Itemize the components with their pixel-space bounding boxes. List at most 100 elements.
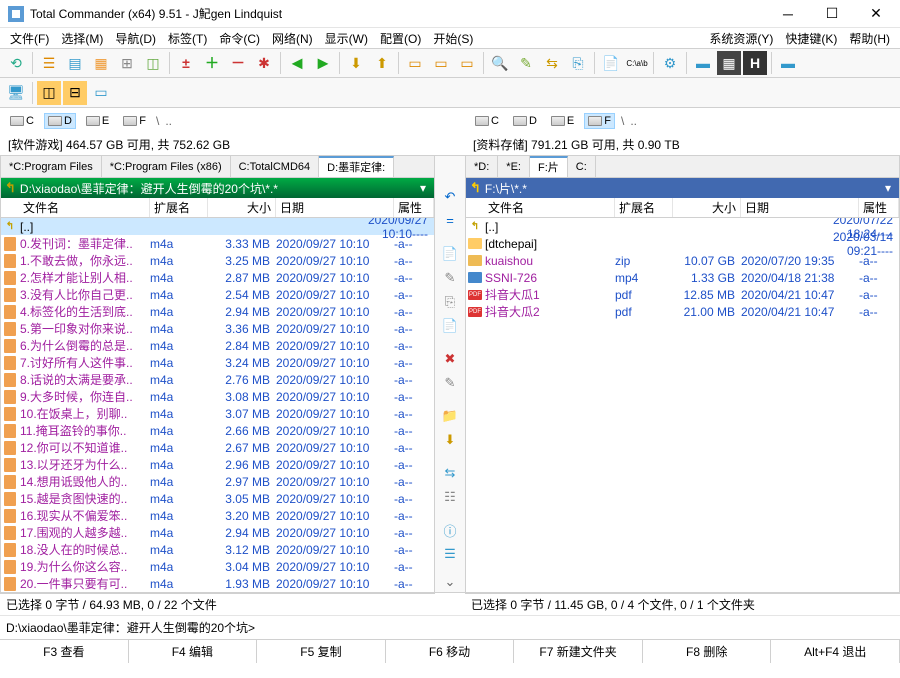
copy-names-icon[interactable]: ⎘ — [566, 51, 590, 75]
menu-item[interactable]: 显示(W) — [319, 30, 374, 48]
search-icon[interactable]: 🔍 — [488, 51, 512, 75]
file-row[interactable]: 2.怎样才能让别人相..m4a2.87 MB2020/09/27 10:10-a… — [1, 269, 434, 286]
right-filelist[interactable]: ↰[..]2020/07/22 18:24----[dtchepai]2020/… — [466, 218, 899, 592]
drive-nav[interactable]: \ — [621, 114, 624, 128]
col-size[interactable]: 大小 — [208, 198, 276, 217]
maximize-button[interactable]: ☐ — [810, 0, 854, 28]
drive-nav[interactable]: \ — [156, 114, 159, 128]
drive-button-c[interactable]: C — [6, 113, 38, 129]
left-pathbar[interactable]: ↰ D:\xiaodao\墨菲定律：避开人生倒霉的20个坑\*.* ▾ — [1, 178, 434, 198]
file-row[interactable]: 13.以牙还牙为什么..m4a2.96 MB2020/09/27 10:10-a… — [1, 456, 434, 473]
mid-props-icon[interactable]: ⓘ — [439, 520, 461, 541]
panel-layout2-icon[interactable]: ⊟ — [63, 81, 87, 105]
file-row[interactable]: kuaishouzip10.07 GB2020/07/20 19:35-a-- — [466, 252, 899, 269]
right-pathbar[interactable]: ↰ F:\片\*.* ▾ — [466, 178, 899, 198]
col-name[interactable]: 文件名 — [19, 198, 150, 217]
back-icon[interactable]: ◄ — [285, 51, 309, 75]
nav-up-icon[interactable]: ↰ — [5, 180, 16, 196]
ftp-disconnect-icon[interactable]: ▭ — [455, 51, 479, 75]
mid-new-icon[interactable]: 📄 — [439, 316, 461, 337]
mid-down-icon[interactable]: ⌄ — [439, 571, 461, 592]
settings-icon[interactable]: ⚙ — [658, 51, 682, 75]
menu-item[interactable]: 导航(D) — [109, 30, 162, 48]
tool1-icon[interactable]: ▬ — [691, 51, 715, 75]
pack-icon[interactable]: ⬇ — [344, 51, 368, 75]
left-filelist[interactable]: ↰[..]2020/09/27 10:10----0.发刊词：墨菲定律..m4a… — [1, 218, 434, 592]
history-dropdown-icon[interactable]: ▾ — [881, 181, 895, 195]
tab[interactable]: C:TotalCMD64 — [231, 156, 320, 177]
file-row[interactable]: 19.为什么你这么容..m4a3.04 MB2020/09/27 10:10-a… — [1, 558, 434, 575]
invert-sel-icon[interactable]: ± — [174, 51, 198, 75]
file-row[interactable]: 17.围观的人越多越..m4a2.94 MB2020/09/27 10:10-a… — [1, 524, 434, 541]
drive-nav[interactable]: .. — [165, 114, 172, 128]
nav-up-icon[interactable]: ↰ — [470, 180, 481, 196]
fkey-button[interactable]: F6 移动 — [386, 640, 515, 663]
calc-icon[interactable]: ▦ — [717, 51, 741, 75]
close-button[interactable]: ✕ — [854, 0, 898, 28]
file-row[interactable]: 9.大多时候，你连自..m4a3.08 MB2020/09/27 10:10-a… — [1, 388, 434, 405]
drive-nav[interactable]: .. — [630, 114, 637, 128]
file-row[interactable]: PDF抖音大瓜2pdf21.00 MB2020/04/21 10:47-a-- — [466, 303, 899, 320]
computer-icon[interactable]: 🖥 — [4, 81, 28, 105]
mid-list-icon[interactable]: ☰ — [439, 544, 461, 565]
file-row[interactable]: 7.讨好所有人这件事..m4a3.24 MB2020/09/27 10:10-a… — [1, 354, 434, 371]
menu-item[interactable]: 配置(O) — [374, 30, 427, 48]
mid-delete-icon[interactable]: ✖ — [439, 348, 461, 369]
tab[interactable]: C:Program Files (x86) — [102, 156, 231, 177]
mid-copy-icon[interactable]: ⎘ — [439, 291, 461, 312]
tool-h-icon[interactable]: H — [743, 51, 767, 75]
mid-view-icon[interactable]: 📄 — [439, 243, 461, 264]
drive-button-f[interactable]: F — [584, 113, 615, 129]
sel-plus-icon[interactable]: ＋ — [200, 51, 224, 75]
view-tree-icon[interactable]: ⊞ — [115, 51, 139, 75]
panel-layout1-icon[interactable]: ◫ — [37, 81, 61, 105]
menu-item[interactable]: 文件(F) — [4, 30, 55, 48]
col-date[interactable]: 日期 — [276, 198, 394, 217]
menu-item[interactable]: 网络(N) — [266, 30, 319, 48]
mid-folder-icon[interactable]: 📁 — [439, 406, 461, 427]
file-row[interactable]: [dtchepai]2020/03/14 09:21---- — [466, 235, 899, 252]
view-full-icon[interactable]: ▤ — [63, 51, 87, 75]
drive-button-d[interactable]: D — [509, 113, 541, 129]
file-row[interactable]: 6.为什么倒霉的总是..m4a2.84 MB2020/09/27 10:10-a… — [1, 337, 434, 354]
file-row[interactable]: 12.你可以不知道谁..m4a2.67 MB2020/09/27 10:10-a… — [1, 439, 434, 456]
col-ext[interactable]: 扩展名 — [150, 198, 208, 217]
command-line[interactable]: D:\xiaodao\墨菲定律：避开人生倒霉的20个坑> — [0, 615, 900, 639]
drive-button-e[interactable]: E — [547, 113, 578, 129]
file-row[interactable]: 20.一件事只要有可..m4a1.93 MB2020/09/27 10:10-a… — [1, 575, 434, 592]
col-ext[interactable]: 扩展名 — [615, 198, 673, 217]
tab[interactable]: F:片 — [530, 156, 568, 177]
file-row[interactable]: PDF抖音大瓜1pdf12.85 MB2020/04/21 10:47-a-- — [466, 286, 899, 303]
menu-item[interactable]: 命令(C) — [213, 30, 266, 48]
fkey-button[interactable]: F3 查看 — [0, 640, 129, 663]
file-row[interactable]: 11.掩耳盗铃的事你..m4a2.66 MB2020/09/27 10:10-a… — [1, 422, 434, 439]
tab[interactable]: E: — [498, 156, 530, 177]
history-dropdown-icon[interactable]: ▾ — [416, 181, 430, 195]
mid-compare-icon[interactable]: ⇆ — [439, 463, 461, 484]
tab[interactable]: D: — [466, 156, 498, 177]
file-row[interactable]: 3.没有人比你自己更..m4a2.54 MB2020/09/27 10:10-a… — [1, 286, 434, 303]
menu-item[interactable]: 系统资源(Y) — [703, 30, 779, 48]
notepad-icon[interactable]: 📄 — [599, 51, 623, 75]
panel-layout3-icon[interactable]: ▭ — [89, 81, 113, 105]
mid-pack-icon[interactable]: ⬇ — [439, 430, 461, 451]
menu-item[interactable]: 快捷键(K) — [779, 30, 843, 48]
tab[interactable]: C:Program Files — [1, 156, 102, 177]
mid-edit-icon[interactable]: ✎ — [439, 267, 461, 288]
col-attr[interactable]: 属性 — [394, 198, 434, 217]
multirename-icon[interactable]: ✎ — [514, 51, 538, 75]
view-custom-icon[interactable]: ◫ — [141, 51, 165, 75]
col-size[interactable]: 大小 — [673, 198, 741, 217]
file-row[interactable]: 15.越是贪图快速的..m4a3.05 MB2020/09/27 10:10-a… — [1, 490, 434, 507]
minimize-button[interactable]: ─ — [766, 0, 810, 28]
forward-icon[interactable]: ► — [311, 51, 335, 75]
col-attr[interactable]: 属性 — [859, 198, 899, 217]
desktop-icon[interactable]: ▬ — [776, 51, 800, 75]
menu-item[interactable]: 标签(T) — [162, 30, 213, 48]
mid-equal-icon[interactable]: = — [439, 210, 461, 231]
view-brief-icon[interactable]: ☰ — [37, 51, 61, 75]
menu-item[interactable]: 开始(S) — [427, 30, 479, 48]
file-row[interactable]: 4.标签化的生活到底..m4a2.94 MB2020/09/27 10:10-a… — [1, 303, 434, 320]
file-row[interactable]: 10.在饭桌上，别聊..m4a3.07 MB2020/09/27 10:10-a… — [1, 405, 434, 422]
menu-item[interactable]: 帮助(H) — [843, 30, 896, 48]
